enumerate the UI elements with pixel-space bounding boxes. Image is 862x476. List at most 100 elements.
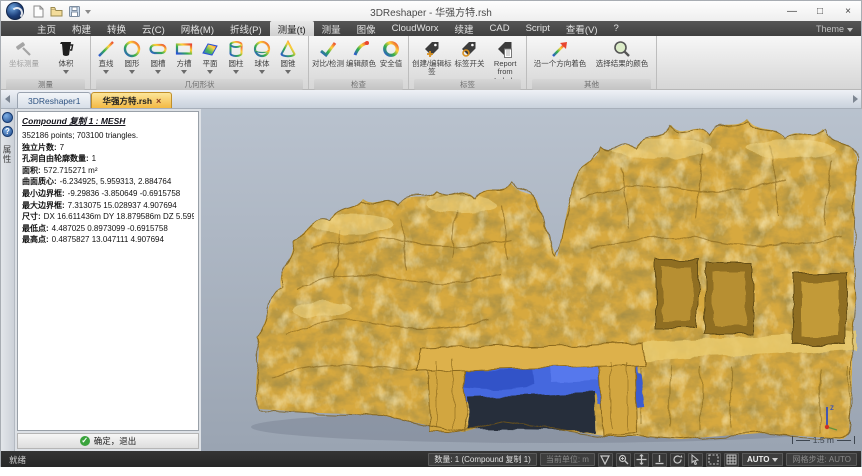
properties-tab[interactable]: 属性 — [1, 145, 14, 164]
doc-tab-untitled[interactable]: 3DReshaper1 — [17, 92, 91, 108]
tab-measure-active[interactable]: 测量(t) — [270, 21, 314, 36]
current-unit: 当前单位: m — [540, 453, 595, 466]
window-controls: — □ × — [785, 1, 855, 21]
tab-image[interactable]: 图像 — [349, 21, 384, 36]
rect-slot-shape-button[interactable]: 方槽 — [171, 37, 197, 79]
close-tab-icon[interactable]: × — [156, 96, 161, 106]
zoom-icon[interactable] — [616, 453, 631, 467]
cylinder-shape-button[interactable]: 圆柱 — [223, 37, 249, 79]
tab-cad[interactable]: CAD — [482, 21, 518, 36]
button-label: 平面 — [203, 60, 218, 68]
tab-construct[interactable]: 构建 — [64, 21, 99, 36]
report-from-labels-button[interactable]: Report from Labels — [486, 37, 524, 79]
ribbon-group-misc: 沿一个方向着色 选择结果的颜色 其他 — [527, 36, 657, 89]
circle-shape-button[interactable]: 圆形 — [119, 37, 145, 79]
ribbon-group-inspect: 对比/检测 编辑颜色 安全值 检查 — [309, 36, 409, 89]
chevron-down-icon — [103, 70, 109, 74]
grid-icon[interactable] — [724, 453, 739, 467]
tab-polyline[interactable]: 折线(P) — [222, 21, 270, 36]
cone-shape-button[interactable]: 圆锥 — [275, 37, 301, 79]
coordinate-measure-icon — [14, 39, 34, 59]
auto-dropdown[interactable]: AUTO — [742, 453, 784, 466]
maximize-button[interactable]: □ — [813, 6, 827, 17]
prop-shell-count: 独立片数:7 — [22, 142, 194, 154]
minimize-button[interactable]: — — [785, 6, 799, 17]
sphere-shape-button[interactable]: 球体 — [249, 37, 275, 79]
axis-z-label: z — [830, 403, 834, 412]
rotate-view-icon[interactable] — [670, 453, 685, 467]
color-along-direction-button[interactable]: 沿一个方向着色 — [529, 37, 591, 79]
doc-tab-active[interactable]: 华强方特.rsh × — [91, 92, 172, 108]
button-label: 体积 — [59, 60, 74, 68]
chevron-down-icon — [847, 28, 853, 32]
prop-lowest-point: 最低点:4.487025 0.8973099 -0.6915758 — [22, 223, 194, 235]
auto-label: AUTO — [747, 455, 770, 464]
tab-scroll-left-icon[interactable] — [5, 95, 10, 103]
prop-free-contours: 孔洞自由轮廓数量:1 — [22, 153, 194, 165]
round-slot-shape-button[interactable]: 圆槽 — [145, 37, 171, 79]
tab-mesh[interactable]: 网格(M) — [173, 21, 222, 36]
tag-toggle-icon — [459, 39, 479, 59]
tab-help[interactable]: ? — [606, 21, 627, 36]
tab-home[interactable]: 主页 — [29, 21, 64, 36]
axis-lock-icon[interactable] — [652, 453, 667, 467]
edit-colors-button[interactable]: 编辑颜色 — [345, 37, 377, 79]
rail-help-icon[interactable] — [2, 126, 13, 137]
tab-transform[interactable]: 转换 — [99, 21, 134, 36]
create-edit-label-button[interactable]: 创建/编辑标签 — [411, 37, 453, 79]
status-bar: 就绪 数量: 1 (Compound 复制 1) 当前单位: m AUTO 网格… — [1, 451, 861, 468]
volume-button[interactable]: 体积 — [45, 37, 87, 79]
selection-rect-icon[interactable] — [706, 453, 721, 467]
color-ring-icon — [381, 39, 401, 59]
confirm-exit-button[interactable]: ✓ 确定，退出 — [17, 433, 199, 449]
prop-area: 面积:572.715271 m² — [22, 165, 194, 177]
model-3d-mesh — [201, 109, 862, 451]
tab-tunnel[interactable]: 续建 — [447, 21, 482, 36]
safety-value-button[interactable]: 安全值 — [377, 37, 405, 79]
select-result-color-button[interactable]: 选择结果的颜色 — [591, 37, 653, 79]
prop-size: 尺寸:DX 16.611436m DY 18.879586m DZ 5.5992… — [22, 211, 194, 223]
cylinder-icon — [226, 39, 246, 59]
plane-shape-button[interactable]: 平面 — [197, 37, 223, 79]
tab-scroll-right-icon[interactable] — [853, 95, 858, 103]
theme-selector[interactable]: Theme — [816, 21, 853, 36]
compare-inspect-button[interactable]: 对比/检测 — [311, 37, 345, 79]
tab-cloudworx[interactable]: CloudWorx — [384, 21, 447, 36]
line-icon — [96, 39, 116, 59]
filter-icon[interactable] — [598, 453, 613, 467]
chevron-down-icon — [155, 70, 161, 74]
axis-indicator: z — [813, 401, 843, 433]
theme-label: Theme — [816, 24, 844, 34]
ribbon-tab-bar: 主页 构建 转换 云(C) 网格(M) 折线(P) 测量(t) 测量 图像 Cl… — [1, 21, 861, 36]
prop-bbox-min: 最小边界框:-9.29836 -3.850649 -0.6915758 — [22, 188, 194, 200]
button-label: 圆柱 — [229, 60, 244, 68]
label-toggle-button[interactable]: 标签开关 — [453, 37, 487, 79]
tab-script[interactable]: Script — [518, 21, 558, 36]
chevron-down-icon — [129, 70, 135, 74]
rail-app-icon[interactable] — [2, 112, 13, 123]
button-label: 直线 — [99, 60, 114, 68]
tab-survey[interactable]: 测量 — [314, 21, 349, 36]
chevron-down-icon — [772, 458, 778, 462]
chevron-down-icon — [63, 70, 69, 74]
check-icon: ✓ — [80, 436, 90, 446]
ribbon-group-shapes: 直线 圆形 圆槽 方槽 — [91, 36, 309, 89]
line-shape-button[interactable]: 直线 — [93, 37, 119, 79]
ribbon-group-label: 几何形状 — [96, 79, 303, 90]
tab-view[interactable]: 查看(V) — [558, 21, 606, 36]
close-button[interactable]: × — [841, 6, 855, 17]
tab-cloud[interactable]: 云(C) — [134, 21, 173, 36]
button-label: 创建/编辑标签 — [411, 60, 453, 77]
ribbon-group-label: 检查 — [314, 79, 403, 90]
ribbon-group-label: 标签 — [414, 79, 521, 90]
prop-bbox-max: 最大边界框:7.313075 15.028937 4.907694 — [22, 200, 194, 212]
pointer-icon[interactable] — [688, 453, 703, 467]
grid-step: 网格步进: AUTO — [786, 453, 857, 466]
pan-icon[interactable] — [634, 453, 649, 467]
round-slot-icon — [148, 39, 168, 59]
viewport-3d[interactable]: z 1.5 m — [201, 109, 862, 451]
coordinate-measure-button[interactable]: 坐标测量 — [3, 37, 45, 79]
prop-points-triangles: 352186 points; 703100 triangles. — [22, 130, 194, 142]
circle-icon — [122, 39, 142, 59]
status-controls: 数量: 1 (Compound 复制 1) 当前单位: m AUTO 网格步进:… — [428, 452, 857, 467]
